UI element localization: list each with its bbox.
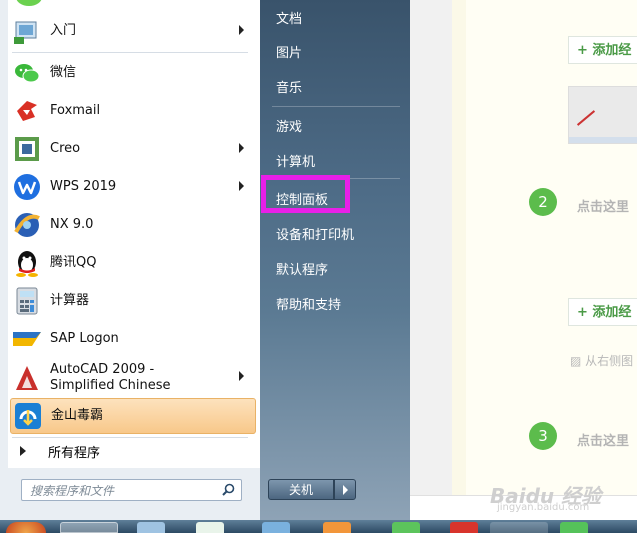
program-label: WPS 2019: [50, 179, 117, 194]
divider: [12, 52, 248, 53]
submenu-arrow-icon: [239, 181, 244, 191]
program-label: 入门: [50, 23, 77, 38]
program-getting-started[interactable]: 入门: [10, 13, 256, 49]
search-icon[interactable]: [222, 483, 235, 500]
expand-arrow-icon: [20, 446, 26, 456]
submenu-arrow-icon: [239, 371, 244, 381]
step-number-badge: 2: [529, 188, 557, 216]
taskbar-button[interactable]: [392, 522, 420, 533]
baidu-watermark-url: jingyan.baidu.com: [497, 502, 590, 513]
link-music[interactable]: 音乐: [276, 77, 302, 96]
shutdown-button[interactable]: 关机: [268, 479, 334, 500]
calculator-icon: [12, 286, 42, 316]
add-experience-button[interactable]: + 添加经: [568, 298, 637, 326]
program-sap-logon[interactable]: SAP Logon: [10, 321, 256, 357]
autocad-icon: [12, 363, 42, 393]
program-kingsoft-antivirus[interactable]: 金山毒霸: [10, 398, 256, 434]
link-default-programs[interactable]: 默认程序: [276, 259, 328, 278]
all-programs-button[interactable]: 所有程序: [8, 436, 254, 466]
getting-started-icon: [12, 16, 42, 46]
wps-icon: [12, 172, 42, 202]
program-foxmail[interactable]: Foxmail: [10, 93, 256, 129]
sap-icon: [12, 324, 42, 354]
kingsoft-antivirus-icon: [13, 401, 43, 431]
program-qq[interactable]: 腾讯QQ: [10, 245, 256, 281]
image-hint: ▨ 从右侧图: [570, 352, 633, 369]
taskbar-button[interactable]: [560, 522, 588, 533]
foxmail-icon: [12, 96, 42, 126]
image-icon: ▨: [570, 354, 582, 368]
divider: [272, 106, 400, 107]
step-text: 点击这里: [577, 200, 630, 215]
taskbar-button[interactable]: [60, 522, 118, 533]
taskbar-button[interactable]: [196, 522, 224, 533]
search-input[interactable]: [28, 481, 222, 501]
program-label: NX 9.0: [50, 217, 94, 232]
taskbar: [0, 520, 637, 533]
taskbar-button[interactable]: [262, 522, 290, 533]
program-nx[interactable]: NX 9.0: [10, 207, 256, 243]
program-label: SAP Logon: [50, 331, 119, 346]
all-programs-label: 所有程序: [48, 445, 101, 461]
step-image-thumbnail[interactable]: [568, 86, 637, 144]
taskbar-button[interactable]: [137, 522, 165, 533]
step-text: 点击这里: [577, 434, 630, 449]
page-gutter: [410, 0, 452, 520]
page-column: [452, 0, 466, 520]
qq-icon: [12, 248, 42, 278]
program-autocad[interactable]: AutoCAD 2009 - Simplified Chinese: [10, 359, 256, 397]
submenu-arrow-icon: [239, 143, 244, 153]
taskbar-button[interactable]: [490, 522, 548, 533]
add-experience-button[interactable]: + 添加经: [568, 36, 637, 64]
link-games[interactable]: 游戏: [276, 116, 302, 135]
start-orb-button[interactable]: [6, 522, 46, 533]
program-label: 计算器: [50, 293, 90, 308]
link-devices-and-printers[interactable]: 设备和打印机: [276, 224, 354, 243]
step-number-badge: 3: [529, 422, 557, 450]
submenu-arrow-icon: [239, 25, 244, 35]
program-wps[interactable]: WPS 2019: [10, 169, 256, 205]
taskbar-button[interactable]: [323, 522, 351, 533]
control-panel-highlight-box: [261, 175, 350, 213]
program-creo[interactable]: Creo: [10, 131, 256, 167]
program-label: 腾讯QQ: [50, 255, 97, 270]
program-calculator[interactable]: 计算器: [10, 283, 256, 319]
program-wechat[interactable]: 微信: [10, 55, 256, 91]
taskbar-button[interactable]: [450, 522, 478, 533]
program-label: Foxmail: [50, 103, 101, 118]
program-label: 金山毒霸: [51, 408, 104, 423]
link-help-and-support[interactable]: 帮助和支持: [276, 294, 341, 313]
start-menu: 入门 微信 Foxmail Creo WPS 2019 NX 9.0 腾讯QQ …: [0, 0, 410, 520]
search-box[interactable]: [21, 479, 242, 501]
shutdown-options-button[interactable]: [334, 479, 356, 500]
program-label: Creo: [50, 141, 81, 156]
chevron-right-icon: [343, 485, 348, 495]
link-computer[interactable]: 计算机: [276, 151, 315, 170]
creo-icon: [12, 134, 42, 164]
wechat-icon: [12, 58, 42, 88]
link-pictures[interactable]: 图片: [276, 42, 302, 61]
nx-icon: [12, 210, 42, 240]
program-label: 微信: [50, 65, 77, 80]
link-documents[interactable]: 文档: [276, 8, 302, 27]
program-label: AutoCAD 2009 - Simplified Chinese: [50, 362, 171, 393]
image-hint-text: 从右侧图: [585, 354, 634, 368]
